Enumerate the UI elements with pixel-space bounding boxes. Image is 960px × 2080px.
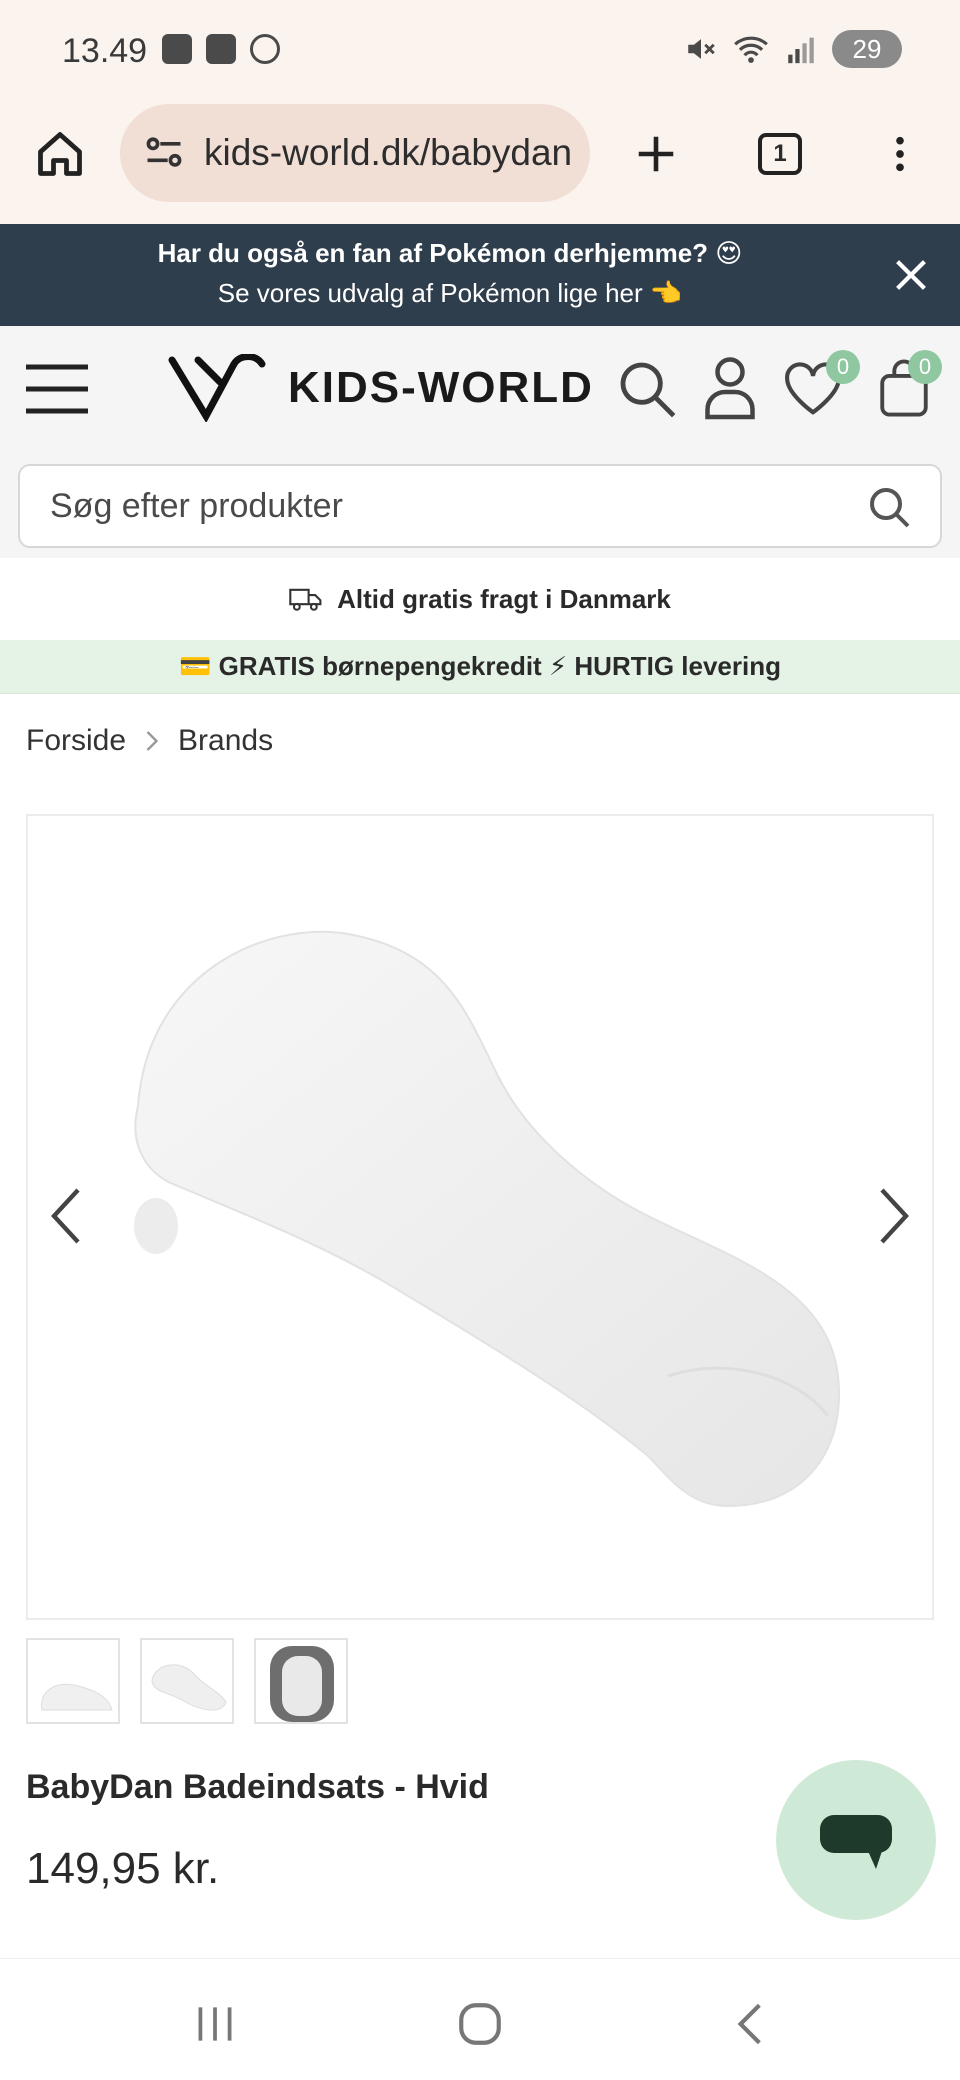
home-nav-icon[interactable] (455, 1999, 505, 2049)
free-shipping-notice: Altid gratis fragt i Danmark (0, 558, 960, 640)
checkbox-notification-icon (206, 34, 236, 64)
chat-button[interactable] (776, 1760, 936, 1920)
new-tab-button[interactable] (624, 122, 688, 186)
product-image-gallery[interactable] (26, 814, 934, 1620)
battery-indicator: 29 (832, 30, 902, 68)
search-input[interactable]: Søg efter produkter (18, 464, 942, 548)
back-icon[interactable] (726, 1999, 776, 2049)
browser-menu-button[interactable] (868, 122, 932, 186)
notification-app-icon (162, 34, 192, 64)
search-icon[interactable] (866, 484, 914, 532)
free-shipping-text: Altid gratis fragt i Danmark (337, 583, 671, 614)
chat-bubble-icon (820, 1815, 892, 1869)
address-bar[interactable]: kids-world.dk/babydan (120, 104, 590, 202)
logo-text: KIDS-WORLD (288, 363, 594, 412)
mute-icon (688, 39, 715, 59)
site-header: KIDS-WORLD 0 0 (0, 326, 960, 452)
user-icon (705, 357, 755, 420)
site-logo[interactable]: KIDS-WORLD (168, 354, 594, 422)
system-navigation-bar (0, 1958, 960, 2080)
benefits-text: 💳 GRATIS børnepengekredit ⚡ HURTIG lever… (179, 651, 781, 681)
promo-headline: Har du også en fan af Pokémon derhjemme?… (157, 238, 743, 268)
more-vertical-icon (896, 136, 904, 172)
thumbnail-3[interactable] (254, 1638, 348, 1724)
status-bar: 13.49 29 (0, 0, 960, 104)
product-image (134, 930, 840, 1508)
tab-switcher-button[interactable]: 1 (748, 122, 812, 186)
promo-link-text[interactable]: Se vores udvalg af Pokémon lige her 👈 (0, 278, 900, 309)
thumbnail-strip (26, 1638, 348, 1724)
account-button[interactable] (698, 352, 762, 422)
signal-icon (788, 37, 814, 64)
search-section: Søg efter produkter (0, 452, 960, 558)
browser-toolbar: kids-world.dk/babydan 1 (0, 104, 960, 224)
close-icon[interactable] (888, 252, 934, 298)
hamburger-menu-icon (26, 364, 88, 414)
gallery-prev-arrow-icon[interactable] (46, 1186, 86, 1246)
plus-icon (638, 136, 674, 172)
wishlist-count-badge: 0 (826, 350, 860, 384)
timer-notification-icon (250, 34, 280, 64)
tab-count: 1 (758, 133, 802, 175)
chevron-right-icon (146, 731, 159, 751)
benefits-bar: 💳 GRATIS børnepengekredit ⚡ HURTIG lever… (0, 640, 960, 694)
kids-world-logo-icon (168, 354, 266, 422)
header-search-button[interactable] (612, 354, 682, 424)
search-icon (620, 362, 676, 418)
wifi-icon (734, 36, 768, 63)
breadcrumb-item-forside[interactable]: Forside (26, 724, 126, 758)
thumbnail-2[interactable] (140, 1638, 234, 1724)
delivery-truck-icon (289, 588, 322, 611)
status-system-icons: 29 (684, 30, 902, 68)
product-title: BabyDan Badeindsats - Hvid (26, 1768, 489, 1806)
promo-banner[interactable]: Har du også en fan af Pokémon derhjemme?… (0, 224, 960, 326)
menu-button[interactable] (22, 358, 92, 420)
url-text: kids-world.dk/babydan (204, 132, 573, 173)
status-notification-icons (162, 34, 280, 64)
home-button[interactable] (28, 122, 92, 186)
thumbnail-1[interactable] (26, 1638, 120, 1724)
search-placeholder: Søg efter produkter (50, 486, 343, 525)
product-price: 149,95 kr. (26, 1844, 220, 1893)
recent-apps-icon[interactable] (190, 1999, 240, 2049)
breadcrumb: Forside Brands (26, 724, 273, 758)
gallery-next-arrow-icon[interactable] (874, 1186, 914, 1246)
site-settings-icon[interactable] (142, 131, 186, 175)
home-icon (38, 132, 82, 176)
status-time: 13.49 (62, 32, 148, 70)
cart-count-badge: 0 (908, 350, 942, 384)
breadcrumb-item-brands[interactable]: Brands (178, 724, 273, 758)
